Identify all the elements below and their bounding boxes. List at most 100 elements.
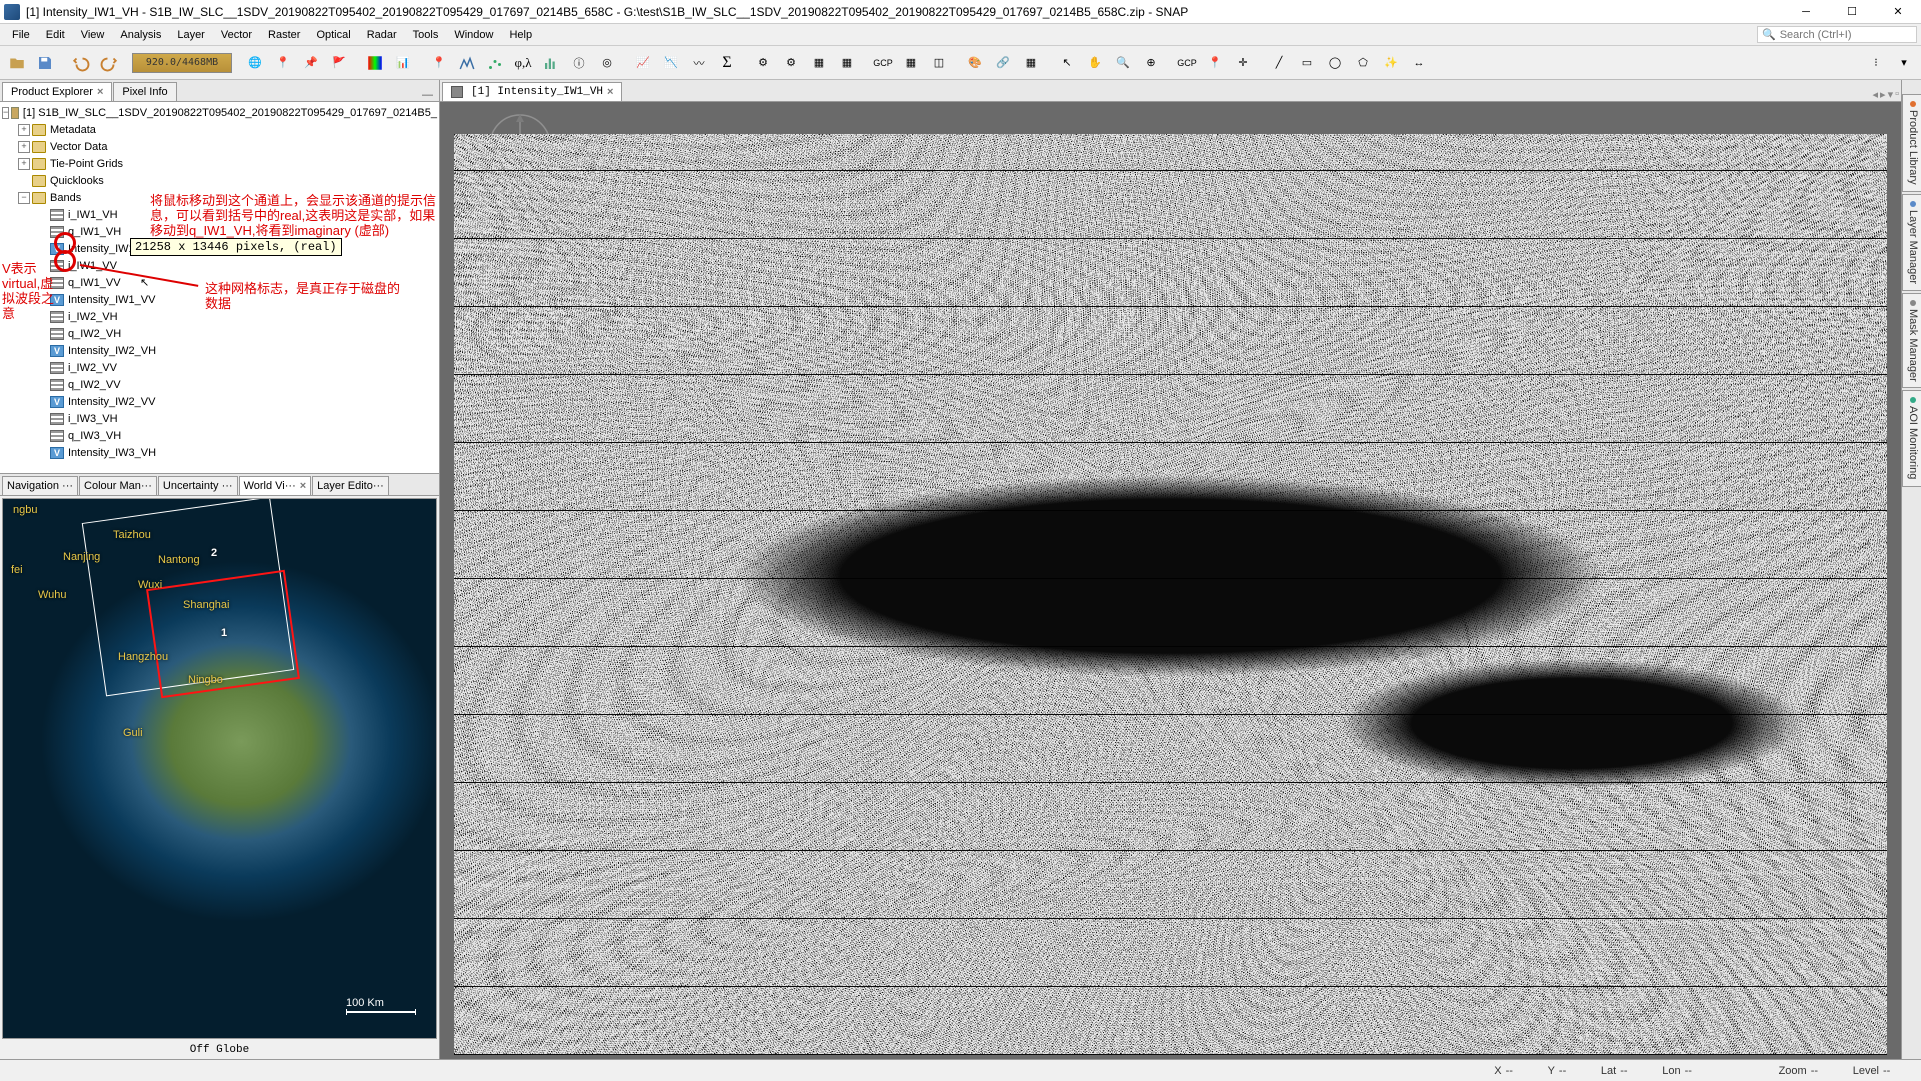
image-view[interactable] xyxy=(440,102,1901,1059)
tab-layer-editor[interactable]: Layer Edito··· xyxy=(312,476,389,495)
info-button[interactable]: ⓘ xyxy=(566,50,592,76)
tree-group-quicklooks[interactable]: Quicklooks xyxy=(2,172,437,189)
band-row[interactable]: q_IW2_VV xyxy=(2,376,437,393)
menu-help[interactable]: Help xyxy=(501,27,540,43)
band-row[interactable]: q_IW2_VH xyxy=(2,325,437,342)
spectrum-button[interactable] xyxy=(362,50,388,76)
tree-group-vector[interactable]: +Vector Data xyxy=(2,138,437,155)
band-tool-button[interactable]: ▦ xyxy=(834,50,860,76)
product-tree[interactable]: − [1] S1B_IW_SLC__1SDV_20190822T095402_2… xyxy=(0,102,439,474)
histogram-button[interactable] xyxy=(538,50,564,76)
maximize-view-button[interactable]: ▫ xyxy=(1895,88,1899,101)
menu-optical[interactable]: Optical xyxy=(308,27,358,43)
layer-tool-button[interactable]: ▦ xyxy=(806,50,832,76)
pin-tool-button[interactable]: 📍 xyxy=(426,50,452,76)
zoom-button[interactable]: 🔍 xyxy=(1110,50,1136,76)
tab-world-view[interactable]: World Vi···× xyxy=(239,476,312,495)
globe-button[interactable]: 🌐 xyxy=(242,50,268,76)
range-button[interactable]: ↔ xyxy=(1406,50,1432,76)
open-button[interactable] xyxy=(4,50,30,76)
save-button[interactable] xyxy=(32,50,58,76)
tab-product-explorer[interactable]: Product Explorer × xyxy=(2,82,112,101)
stats-button[interactable]: 📈 xyxy=(630,50,656,76)
rect-button[interactable]: ▭ xyxy=(1294,50,1320,76)
graph-button[interactable]: 📉 xyxy=(658,50,684,76)
band-row[interactable]: VIntensity_IW3_VH xyxy=(2,444,437,461)
band-row[interactable]: VIntensity_IW2_VV xyxy=(2,393,437,410)
phi-lambda-button[interactable]: φ,λ xyxy=(510,50,536,76)
band-row[interactable]: i_IW3_VH xyxy=(2,410,437,427)
zoom-in-button[interactable]: ⊕ xyxy=(1138,50,1164,76)
graph-batch-button[interactable]: ⚙ xyxy=(778,50,804,76)
menu-analysis[interactable]: Analysis xyxy=(112,27,169,43)
close-tab-icon[interactable]: × xyxy=(97,86,103,98)
flag-button[interactable]: 🚩 xyxy=(326,50,352,76)
side-tab-mask-manager[interactable]: Mask Manager xyxy=(1902,293,1921,389)
crosshair-button[interactable]: ✛ xyxy=(1230,50,1256,76)
kml-button[interactable]: 📍 xyxy=(270,50,296,76)
magic-wand-button[interactable]: ✨ xyxy=(1378,50,1404,76)
tab-pixel-info[interactable]: Pixel Info xyxy=(113,82,176,101)
polygon-button[interactable]: ⬠ xyxy=(1350,50,1376,76)
dropdown-tabs-button[interactable]: ▾ xyxy=(1888,88,1894,101)
menu-vector[interactable]: Vector xyxy=(213,27,260,43)
band-row[interactable]: i_IW2_VV xyxy=(2,359,437,376)
prev-tab-button[interactable]: ◂ xyxy=(1873,88,1879,101)
menu-file[interactable]: File xyxy=(4,27,38,43)
profile-button[interactable] xyxy=(454,50,480,76)
tab-uncertainty[interactable]: Uncertainty ··· xyxy=(158,476,238,495)
chart-button[interactable]: 📊 xyxy=(390,50,416,76)
tab-colour-manipulation[interactable]: Colour Man··· xyxy=(79,476,157,495)
band-row[interactable]: q_IW3_VH xyxy=(2,427,437,444)
line-button[interactable]: ╱ xyxy=(1266,50,1292,76)
close-tab-icon[interactable]: × xyxy=(300,480,306,492)
menu-layer[interactable]: Layer xyxy=(169,27,213,43)
mosaic-button[interactable]: ▦ xyxy=(898,50,924,76)
close-tab-icon[interactable]: × xyxy=(607,86,613,98)
redo-button[interactable] xyxy=(96,50,122,76)
maximize-button[interactable]: ☐ xyxy=(1829,0,1875,24)
tree-group-metadata[interactable]: +Metadata xyxy=(2,121,437,138)
menu-edit[interactable]: Edit xyxy=(38,27,73,43)
toolbar-dropdown-button[interactable]: ▾ xyxy=(1891,50,1917,76)
menu-tools[interactable]: Tools xyxy=(405,27,447,43)
side-tab-layer-manager[interactable]: Layer Manager xyxy=(1902,194,1921,291)
menu-raster[interactable]: Raster xyxy=(260,27,308,43)
tab-navigation[interactable]: Navigation ··· xyxy=(2,476,78,495)
minimize-button[interactable]: ─ xyxy=(1783,0,1829,24)
graph-builder-button[interactable]: ⚙ xyxy=(750,50,776,76)
world-view[interactable]: ngbu Taizhou Nanjing Nantong fei Wuxi Wu… xyxy=(2,498,437,1039)
pushpin-button[interactable]: 📌 xyxy=(298,50,324,76)
target-button[interactable]: ◎ xyxy=(594,50,620,76)
tab-image-view[interactable]: [1] Intensity_IW1_VH × xyxy=(442,82,622,101)
pin2-button[interactable]: 📍 xyxy=(1202,50,1228,76)
pointer-button[interactable]: ↖ xyxy=(1054,50,1080,76)
link-button[interactable]: 🔗 xyxy=(990,50,1016,76)
band-row[interactable]: VIntensity_IW2_VH xyxy=(2,342,437,359)
sigma-button[interactable]: Σ xyxy=(714,50,740,76)
pan-button[interactable]: ✋ xyxy=(1082,50,1108,76)
tree-group-tiepoint[interactable]: +Tie-Point Grids xyxy=(2,155,437,172)
gcp2-button[interactable]: GCP xyxy=(1174,50,1200,76)
next-tab-button[interactable]: ▸ xyxy=(1880,88,1886,101)
ellipse-button[interactable]: ◯ xyxy=(1322,50,1348,76)
tile-button[interactable]: ▦ xyxy=(1018,50,1044,76)
toolbar-overflow-button[interactable]: ⁝ xyxy=(1863,50,1889,76)
tree-root[interactable]: − [1] S1B_IW_SLC__1SDV_20190822T095402_2… xyxy=(2,104,437,121)
menu-window[interactable]: Window xyxy=(446,27,501,43)
color-palette-button[interactable]: 🎨 xyxy=(962,50,988,76)
subset-button[interactable]: ◫ xyxy=(926,50,952,76)
minimize-panel-button[interactable]: — xyxy=(416,89,439,101)
side-tab-aoi-monitoring[interactable]: AOI Monitoring xyxy=(1902,390,1921,486)
close-button[interactable]: ✕ xyxy=(1875,0,1921,24)
side-tab-product-library[interactable]: Product Library xyxy=(1902,94,1921,192)
gcp-button[interactable]: GCP xyxy=(870,50,896,76)
scatter-button[interactable] xyxy=(482,50,508,76)
undo-button[interactable] xyxy=(68,50,94,76)
menu-view[interactable]: View xyxy=(73,27,113,43)
search-input[interactable] xyxy=(1780,29,1912,41)
menu-radar[interactable]: Radar xyxy=(359,27,405,43)
profile2-button[interactable]: 〰 xyxy=(686,50,712,76)
search-box[interactable]: 🔍 xyxy=(1757,26,1917,43)
memory-progress[interactable]: 920.0/4468MB xyxy=(132,53,232,73)
